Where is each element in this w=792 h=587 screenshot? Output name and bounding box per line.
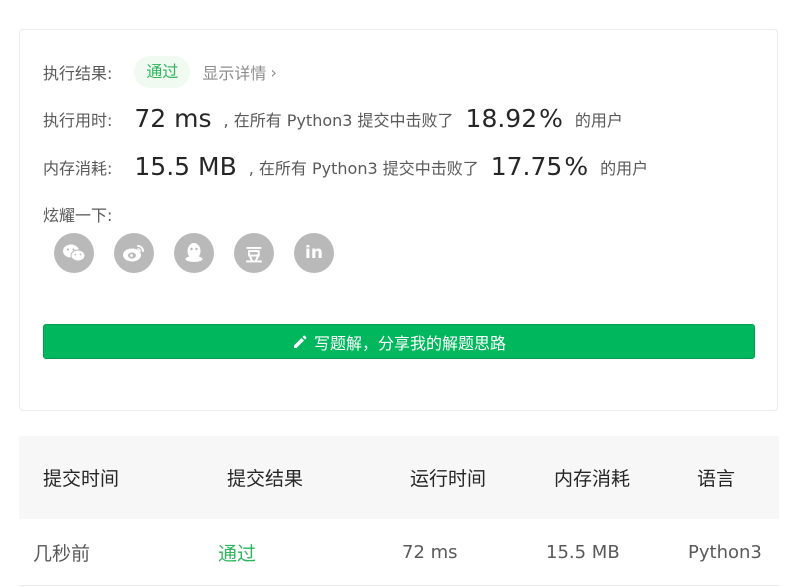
weibo-share-button[interactable] [114,233,154,273]
result-row: 执行结果: 通过 显示详情 › [43,56,277,88]
memory-row: 内存消耗: 15.5 MB , 在所有 Python3 提交中击败了 17.75… [43,152,648,181]
share-label: 炫耀一下: [43,206,113,225]
row-submit-result[interactable]: 通过 [218,519,256,585]
memory-percent-unit: % [564,152,589,181]
show-details-label: 显示详情 [202,64,267,83]
qq-icon [185,243,203,262]
table-row: 几秒前 通过 72 ms 15.5 MB Python3 [19,519,779,586]
share-buttons: 豆 in [54,233,354,273]
wechat-share-button[interactable] [54,233,94,273]
row-submit-time: 几秒前 [33,542,91,565]
show-details-link[interactable]: 显示详情 › [202,60,276,84]
pencil-icon [293,335,307,348]
write-solution-button[interactable]: 写题解，分享我的解题思路 [43,324,755,359]
table-header: 提交时间 提交结果 运行时间 内存消耗 语言 [19,436,779,519]
submissions-table: 提交时间 提交结果 运行时间 内存消耗 语言 几秒前 通过 72 ms 15.5… [19,436,779,586]
linkedin-icon: in [305,243,323,263]
chevron-right-icon: › [270,62,277,82]
header-memory[interactable]: 内存消耗 [554,436,630,519]
weibo-icon [123,245,144,262]
qq-share-button[interactable] [174,233,214,273]
header-submit-time[interactable]: 提交时间 [43,436,119,519]
runtime-percent: 18.92 [465,104,538,133]
runtime-percent-unit: % [539,104,563,133]
header-language[interactable]: 语言 [697,436,735,519]
row-language: Python3 [688,541,762,563]
row-runtime: 72 ms [402,541,458,563]
share-row-label: 炫耀一下: [43,202,112,226]
memory-suffix: 的用户 [600,158,649,178]
memory-comment: , 在所有 Python3 提交中击败了 [248,158,479,178]
runtime-comment: , 在所有 Python3 提交中击败了 [223,110,454,130]
douban-icon: 豆 [245,245,263,266]
memory-label: 内存消耗: [43,158,113,178]
memory-percent: 17.75 [490,152,563,181]
row-memory: 15.5 MB [546,541,620,563]
wechat-icon [63,244,86,262]
memory-value: 15.5 MB [134,152,237,181]
linkedin-share-button[interactable]: in [294,233,334,273]
runtime-value: 72 ms [134,104,212,133]
douban-share-button[interactable]: 豆 [234,233,274,273]
runtime-label: 执行用时: [43,110,113,130]
status-badge: 通过 [134,56,191,88]
header-submit-result[interactable]: 提交结果 [227,436,303,519]
header-runtime[interactable]: 运行时间 [410,436,486,519]
runtime-row: 执行用时: 72 ms , 在所有 Python3 提交中击败了 18.92% … [43,104,623,133]
write-solution-label: 写题解，分享我的解题思路 [313,333,506,353]
runtime-suffix: 的用户 [574,110,623,130]
result-label: 执行结果: [43,64,113,83]
submission-result-card: 执行结果: 通过 显示详情 › 执行用时: 72 ms , 在所有 Python… [19,29,778,411]
